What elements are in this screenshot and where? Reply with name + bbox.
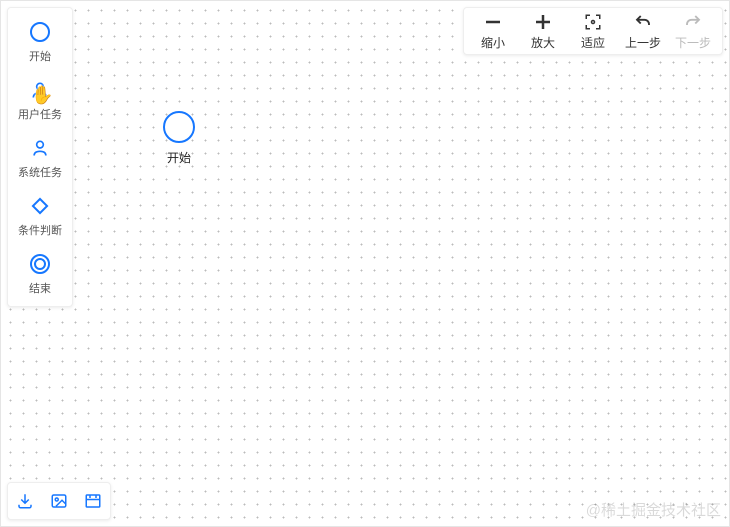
palette-item-label: 系统任务	[18, 164, 62, 180]
palette-user-task[interactable]: 用户任务	[8, 70, 72, 128]
user-icon	[26, 78, 54, 102]
view-toolbar: 缩小 放大 适应 上一步 下一步	[463, 7, 723, 55]
zoom-out-button[interactable]: 缩小	[468, 10, 518, 52]
download-button[interactable]	[14, 490, 36, 512]
tool-label: 上一步	[625, 34, 661, 51]
start-node-shape	[163, 111, 195, 143]
start-node-label: 开始	[167, 149, 191, 166]
flow-canvas[interactable]: 开始 开始 用户任务 系统任务 条件判断	[0, 0, 730, 527]
code-button[interactable]	[82, 490, 104, 512]
export-toolbar	[7, 482, 111, 520]
redo-button[interactable]: 下一步	[668, 10, 718, 52]
zoom-in-button[interactable]: 放大	[518, 10, 568, 52]
palette-condition[interactable]: 条件判断	[8, 186, 72, 244]
palette-item-label: 用户任务	[18, 106, 62, 122]
minus-icon	[483, 12, 503, 32]
tool-label: 缩小	[481, 34, 505, 51]
palette-item-label: 结束	[29, 280, 51, 296]
diamond-icon	[26, 194, 54, 218]
undo-button[interactable]: 上一步	[618, 10, 668, 52]
tool-label: 放大	[531, 34, 555, 51]
palette-start[interactable]: 开始	[8, 12, 72, 70]
palette-end[interactable]: 结束	[8, 244, 72, 302]
palette-system-task[interactable]: 系统任务	[8, 128, 72, 186]
fit-button[interactable]: 适应	[568, 10, 618, 52]
tool-label: 适应	[581, 34, 605, 51]
circle-icon	[26, 20, 54, 44]
start-node[interactable]: 开始	[163, 111, 195, 166]
fit-icon	[584, 12, 602, 32]
undo-icon	[634, 12, 652, 32]
palette-item-label: 开始	[29, 48, 51, 64]
palette-item-label: 条件判断	[18, 222, 62, 238]
redo-icon	[684, 12, 702, 32]
plus-icon	[533, 12, 553, 32]
double-circle-icon	[26, 252, 54, 276]
watermark: @稀土掘金技术社区	[586, 499, 721, 520]
tool-label: 下一步	[675, 34, 711, 51]
user-outline-icon	[26, 136, 54, 160]
shape-palette: 开始 用户任务 系统任务 条件判断 结束	[7, 7, 73, 307]
image-button[interactable]	[48, 490, 70, 512]
